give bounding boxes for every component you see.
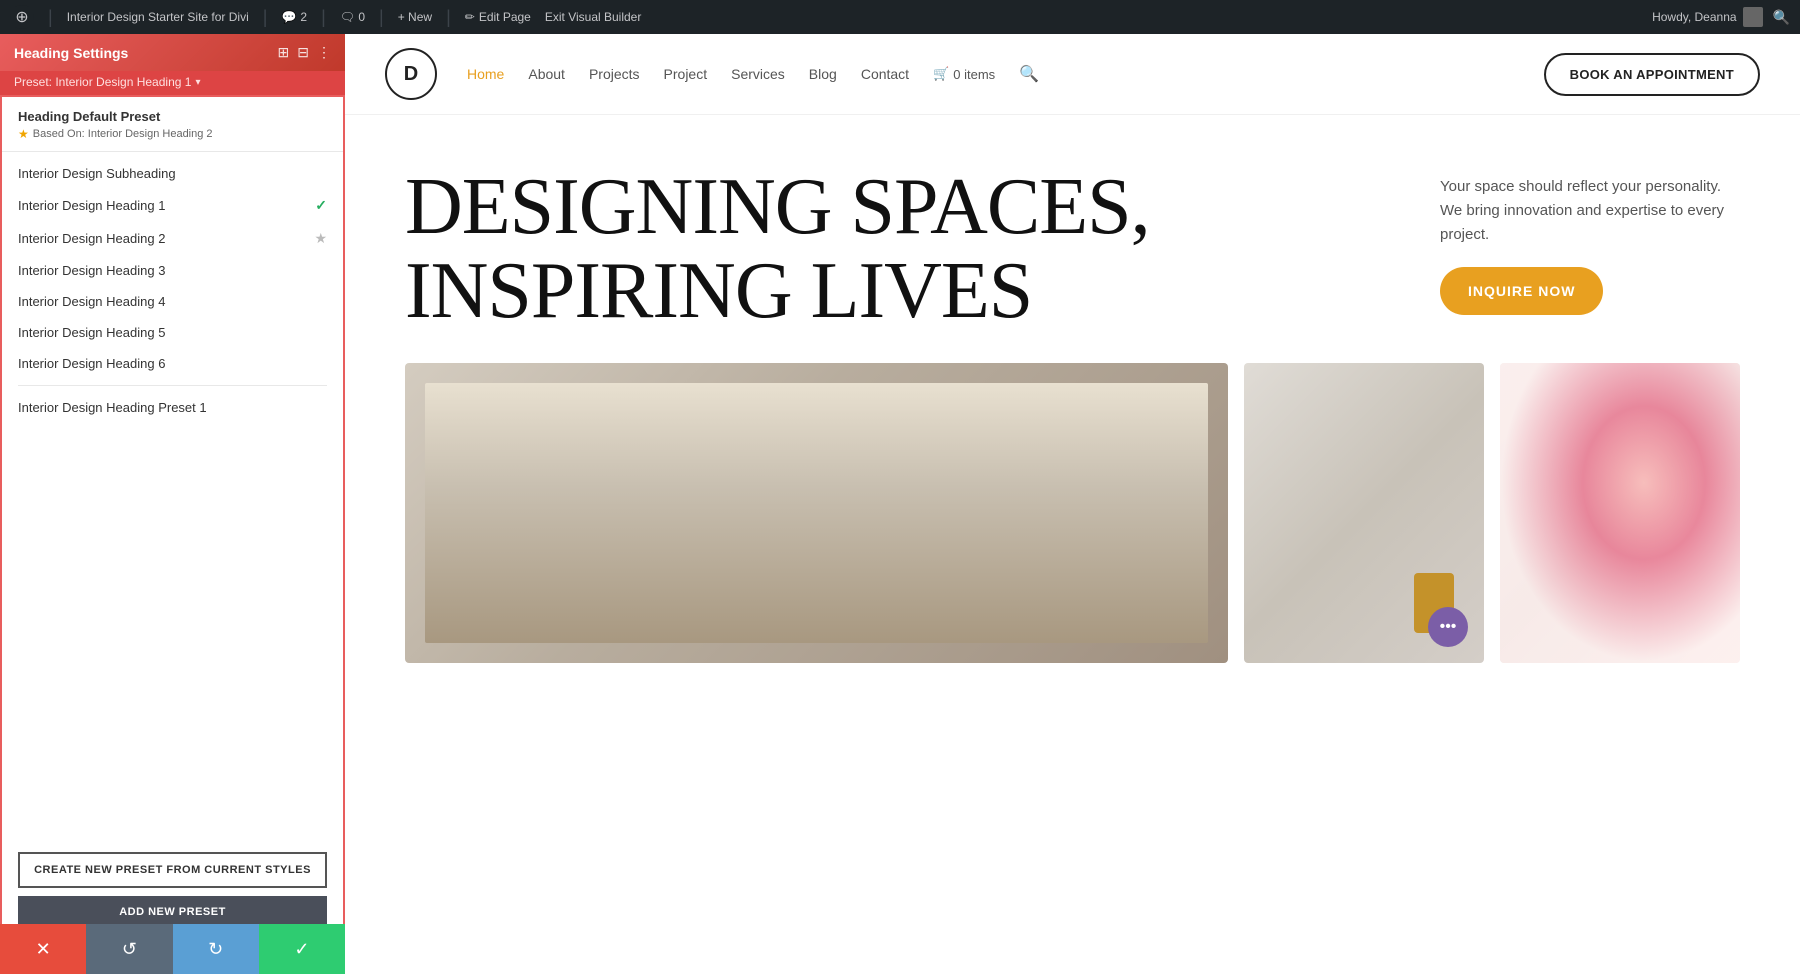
list-item[interactable]: Interior Design Heading 3: [2, 255, 343, 286]
admin-bar-right: Howdy, Deanna 🔍: [1652, 7, 1790, 27]
redo-icon: ↻: [208, 939, 223, 960]
hero-left: DESIGNING SPACES, INSPIRING LIVES: [405, 165, 1400, 333]
wp-logo[interactable]: ⊕: [10, 5, 34, 29]
list-item[interactable]: Interior Design Heading 1 ✓: [2, 189, 343, 222]
undo-button[interactable]: ↺: [86, 924, 172, 974]
panel-header: Heading Settings ⊞ ⊟ ⋮: [0, 34, 345, 71]
default-preset-title: Heading Default Preset: [18, 109, 327, 124]
hero-heading: DESIGNING SPACES, INSPIRING LIVES: [405, 165, 1400, 333]
cart-icon: 🛒: [933, 66, 949, 82]
cancel-icon: ✕: [36, 939, 51, 960]
site-nav-links: Home About Projects Project Services Blo…: [467, 64, 1514, 84]
comments-link[interactable]: 💬 2: [281, 10, 307, 24]
exit-builder-link[interactable]: Exit Visual Builder: [545, 10, 642, 24]
admin-bar: ⊕ | Interior Design Starter Site for Div…: [0, 0, 1800, 34]
nav-link-blog[interactable]: Blog: [809, 66, 837, 82]
dots-menu-button[interactable]: •••: [1428, 607, 1468, 647]
gallery-image-2: •••: [1244, 363, 1484, 663]
panel-title: Heading Settings: [14, 45, 128, 61]
edit-page-link[interactable]: ✏ Edit Page: [465, 10, 531, 24]
comments-count[interactable]: 🗨 0: [340, 10, 365, 24]
undo-icon: ↺: [122, 939, 137, 960]
nav-link-home[interactable]: Home: [467, 66, 504, 82]
nav-search-icon[interactable]: 🔍: [1019, 64, 1039, 84]
preset-label[interactable]: Preset: Interior Design Heading 1: [14, 75, 191, 89]
gallery-image-1: [405, 363, 1228, 663]
nav-link-contact[interactable]: Contact: [861, 66, 909, 82]
list-item[interactable]: Interior Design Heading 4: [2, 286, 343, 317]
avatar: [1743, 7, 1763, 27]
preset-default-section: Heading Default Preset ★ Based On: Inter…: [2, 97, 343, 152]
new-item-link[interactable]: + New: [398, 10, 432, 24]
list-item[interactable]: Interior Design Heading 5: [2, 317, 343, 348]
admin-search-icon[interactable]: 🔍: [1773, 9, 1790, 26]
based-on-label: ★ Based On: Interior Design Heading 2: [18, 127, 327, 141]
save-icon: ✓: [294, 939, 309, 960]
panel-subtitle: Preset: Interior Design Heading 1 ▾: [0, 71, 345, 95]
site-nav: D Home About Projects Project Services B…: [345, 34, 1800, 115]
list-item[interactable]: Interior Design Heading 2 ★: [2, 222, 343, 255]
inquire-button[interactable]: INQUIRE NOW: [1440, 267, 1603, 315]
nav-link-about[interactable]: About: [528, 66, 565, 82]
hero-subtext: Your space should reflect your personali…: [1440, 175, 1740, 247]
nav-link-project[interactable]: Project: [664, 66, 708, 82]
panel-grid-icon[interactable]: ⊟: [297, 44, 309, 61]
bottom-toolbar: ✕ ↺ ↻ ✓: [0, 924, 345, 974]
panel-search-icon[interactable]: ⊞: [278, 44, 290, 61]
save-button[interactable]: ✓: [259, 924, 345, 974]
create-preset-button[interactable]: CREATE NEW PRESET FROM CURRENT STYLES: [18, 852, 327, 888]
howdy-label: Howdy, Deanna: [1652, 7, 1763, 27]
panel-header-icons: ⊞ ⊟ ⋮: [278, 44, 331, 61]
nav-link-projects[interactable]: Projects: [589, 66, 640, 82]
site-name-link[interactable]: Interior Design Starter Site for Divi: [67, 10, 249, 24]
divider: [18, 385, 327, 386]
preset-list: Interior Design Subheading Interior Desi…: [2, 152, 343, 842]
panel-more-icon[interactable]: ⋮: [317, 44, 331, 61]
redo-button[interactable]: ↻: [173, 924, 259, 974]
wordpress-icon: ⊕: [15, 7, 28, 27]
book-appointment-button[interactable]: BOOK AN APPOINTMENT: [1544, 53, 1760, 96]
nav-link-services[interactable]: Services: [731, 66, 785, 82]
star-indicator-icon: ★: [314, 230, 327, 247]
hero-section: DESIGNING SPACES, INSPIRING LIVES Your s…: [345, 115, 1800, 363]
left-panel: Heading Settings ⊞ ⊟ ⋮ Preset: Interior …: [0, 34, 345, 974]
dropdown-arrow-icon[interactable]: ▾: [195, 77, 200, 88]
cancel-button[interactable]: ✕: [0, 924, 86, 974]
gallery-section: •••: [345, 363, 1800, 693]
website-content: D Home About Projects Project Services B…: [345, 34, 1800, 974]
star-icon: ★: [18, 127, 29, 141]
nav-cart[interactable]: 🛒 0 items: [933, 66, 995, 82]
list-item[interactable]: Interior Design Heading 6: [2, 348, 343, 379]
site-logo[interactable]: D: [385, 48, 437, 100]
list-item[interactable]: Interior Design Subheading: [2, 158, 343, 189]
gallery-image-3: [1500, 363, 1740, 663]
list-item[interactable]: Interior Design Heading Preset 1: [2, 392, 343, 423]
preset-panel: Heading Default Preset ★ Based On: Inter…: [0, 95, 345, 974]
hero-right: Your space should reflect your personali…: [1440, 165, 1740, 315]
check-icon: ✓: [315, 197, 327, 214]
main-layout: Heading Settings ⊞ ⊟ ⋮ Preset: Interior …: [0, 34, 1800, 974]
